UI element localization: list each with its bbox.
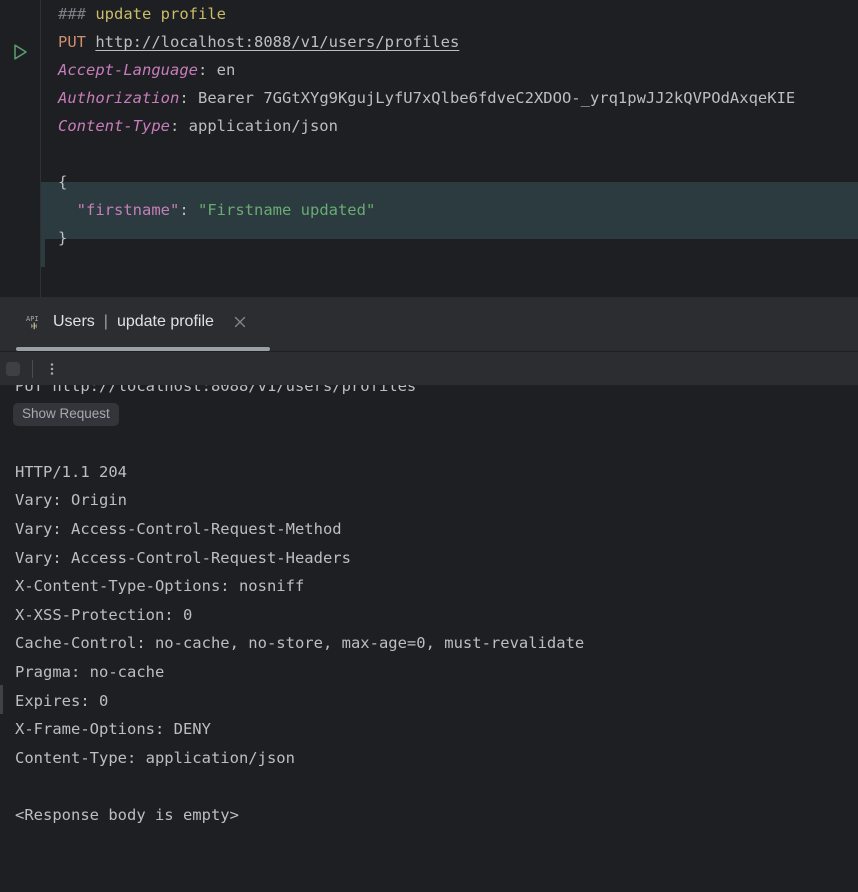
body-colon: : <box>179 201 198 219</box>
request-name-marker: ### <box>58 5 86 23</box>
response-header-line: Cache-Control: no-cache, no-store, max-a… <box>15 634 585 653</box>
response-header-line: Vary: Origin <box>15 491 127 510</box>
response-header-line: X-XSS-Protection: 0 <box>15 605 193 624</box>
request-line: PUT http://localhost:8088/v1/users/profi… <box>58 28 858 56</box>
header-colon: : <box>179 89 189 107</box>
spacer-line: . <box>0 429 858 458</box>
response-toolbar <box>0 352 858 385</box>
body-property-line: "firstname": "Firstname updated" <box>58 196 858 224</box>
tab-users-update-profile[interactable]: API Users | update profile <box>16 297 258 347</box>
spacer-line: . <box>0 772 858 801</box>
body-key: "firstname" <box>76 201 180 219</box>
body-indent <box>58 201 77 219</box>
header-line: Content-Type: application/json <box>58 112 858 140</box>
svg-text:API: API <box>26 315 39 323</box>
more-vertical-icon[interactable] <box>41 358 63 380</box>
show-request-row: Show Request <box>0 401 858 430</box>
tab-scrollbar[interactable] <box>16 347 270 351</box>
response-header-line: Vary: Access-Control-Request-Headers <box>15 548 351 567</box>
request-method: PUT <box>58 33 86 51</box>
body-close-brace-line: } <box>58 224 858 252</box>
http-request-editor[interactable]: ### update profile PUT http://localhost:… <box>0 0 858 297</box>
header-value: en <box>207 61 236 79</box>
tab-separator: | <box>103 313 108 330</box>
http-client-tool-window: API Users | update profile PUT http://lo… <box>0 297 858 892</box>
response-header-line: Vary: Access-Control-Request-Method <box>15 519 342 538</box>
header-line: Authorization: Bearer 7GGtXYg9KgujLyfU7x… <box>58 84 858 112</box>
request-url[interactable]: http://localhost:8088/v1/users/profiles <box>95 33 459 51</box>
header-name: Accept-Language <box>58 61 198 79</box>
stop-square-icon[interactable] <box>2 358 24 380</box>
body-value: "Firstname updated" <box>198 201 376 219</box>
body-close-brace: } <box>58 229 68 247</box>
close-icon[interactable] <box>232 314 248 330</box>
run-triangle-icon[interactable] <box>10 42 30 62</box>
editor-gutter <box>0 0 41 297</box>
header-name: Authorization <box>58 89 180 107</box>
tab-request-label: update profile <box>116 313 214 330</box>
tab-file-label: Users <box>53 313 95 330</box>
response-header-line: Pragma: no-cache <box>15 662 165 681</box>
response-status-line: HTTP/1.1 204 <box>15 462 127 481</box>
response-body-placeholder: <Response body is empty> <box>15 805 239 824</box>
header-colon: : <box>169 117 180 135</box>
spacer-line: . <box>0 830 858 859</box>
body-open-brace-line: { <box>58 168 858 196</box>
header-colon: : <box>197 61 208 79</box>
response-header-line: Expires: 0 <box>15 691 109 710</box>
response-request-line: PUT http://localhost:8088/v1/users/profi… <box>15 385 417 395</box>
editor-code-area[interactable]: ### update profile PUT http://localhost:… <box>41 0 858 297</box>
request-name-text: update profile <box>86 5 226 23</box>
body-open-brace: { <box>58 173 68 191</box>
show-request-button[interactable]: Show Request <box>13 403 119 427</box>
request-line-space <box>86 33 95 51</box>
spacer-line: . <box>0 858 858 887</box>
request-name-line: ### update profile <box>58 0 858 28</box>
header-value: Bearer 7GGtXYg9KgujLyfU7xQlbe6fdveC2XDOO… <box>188 89 796 107</box>
toolbar-divider <box>32 359 33 378</box>
response-header-line: Content-Type: application/json <box>15 748 295 767</box>
header-name: Content-Type <box>58 117 170 135</box>
api-file-icon: API <box>26 313 44 331</box>
header-value: application/json <box>179 117 338 135</box>
response-header-line: X-Content-Type-Options: nosniff <box>15 577 305 596</box>
response-tabs-bar: API Users | update profile <box>0 297 858 352</box>
header-line: Accept-Language: en <box>58 56 858 84</box>
response-viewer[interactable]: PUT http://localhost:8088/v1/users/profi… <box>0 385 858 892</box>
response-summary-line: Response code: 204; Time: 287ms (287 ms)… <box>0 887 858 892</box>
response-header-line: X-Frame-Options: DENY <box>15 720 211 739</box>
